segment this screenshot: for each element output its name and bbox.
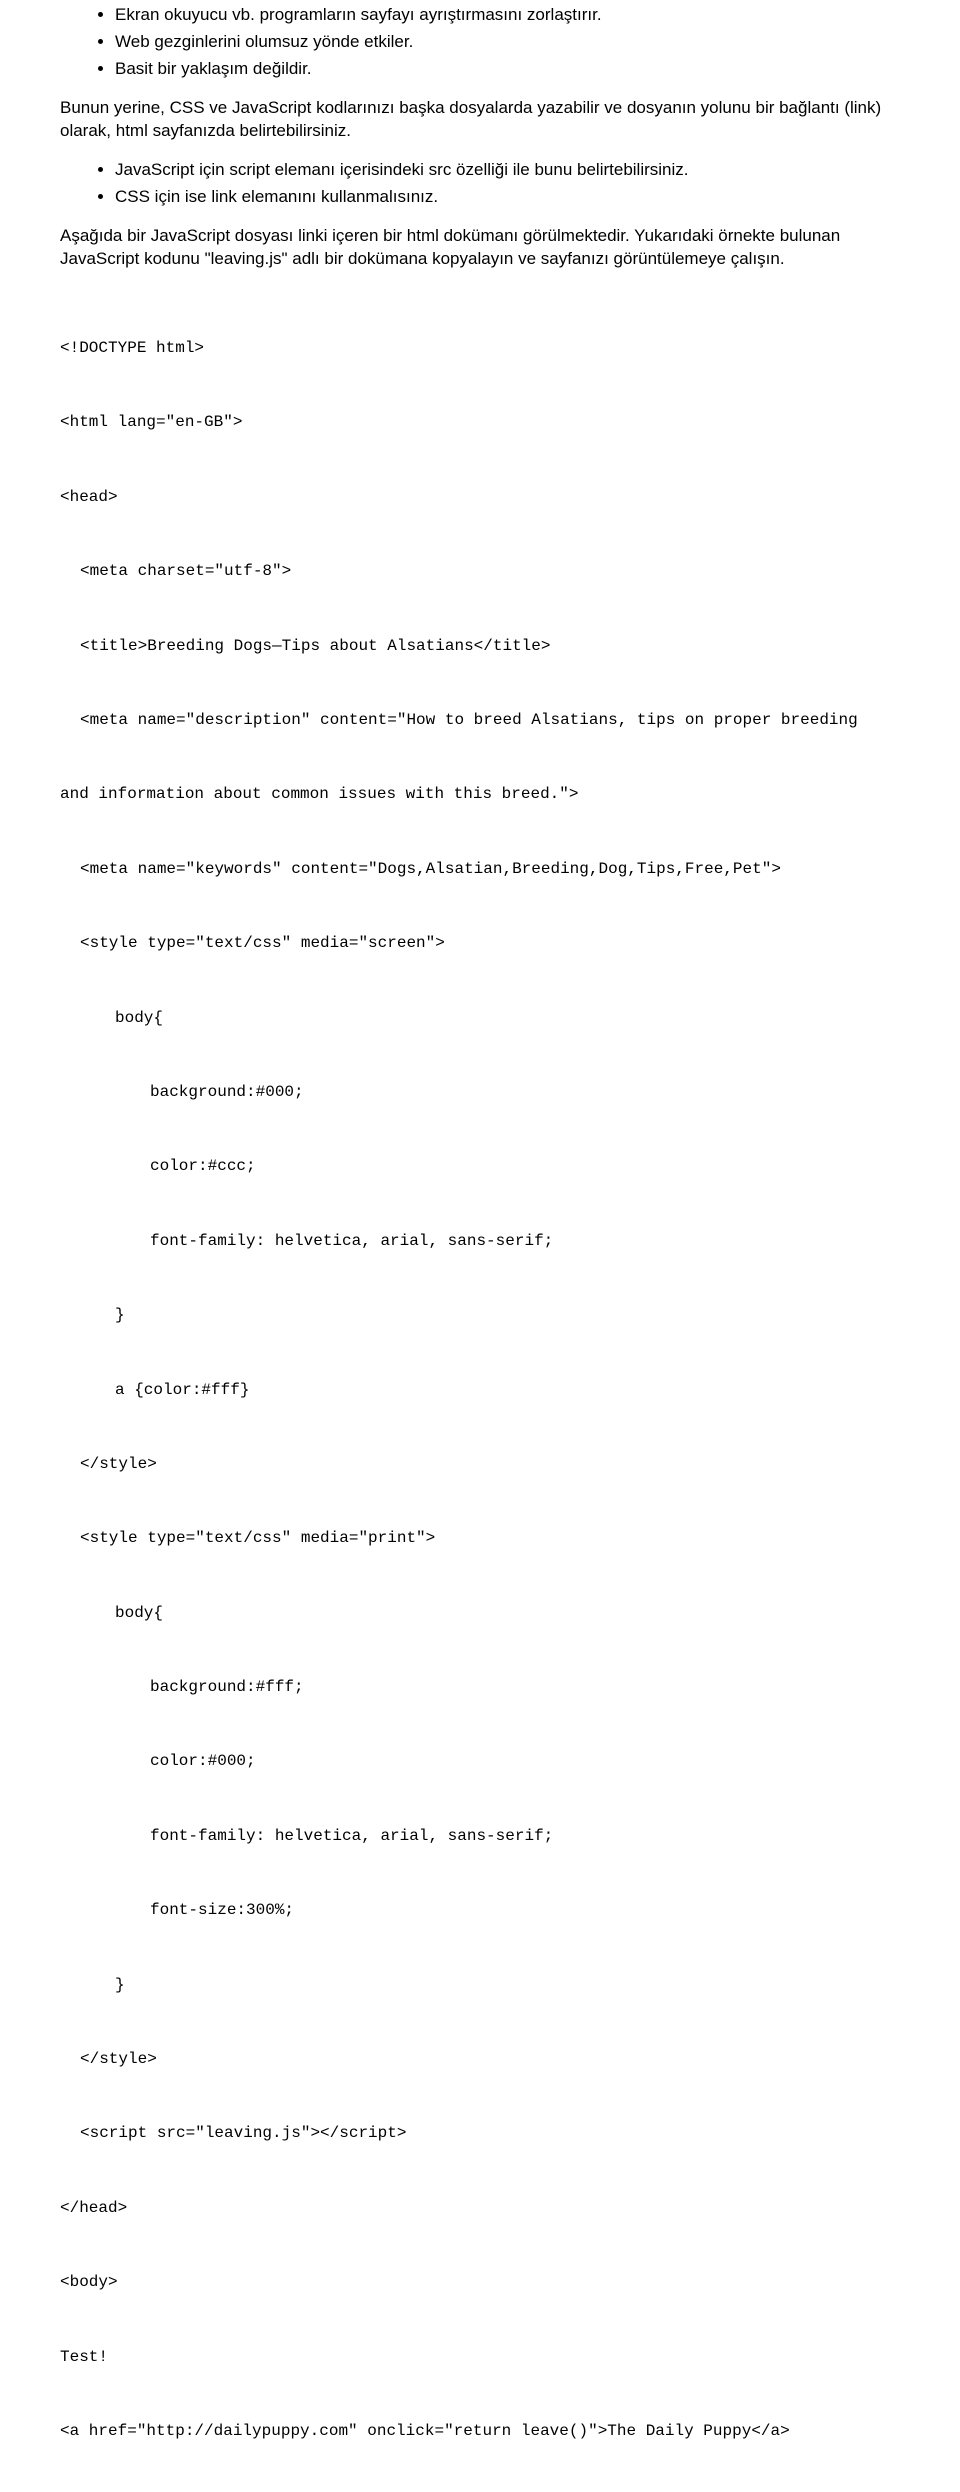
code-line: background:#fff; bbox=[60, 1675, 900, 1700]
list-item: Basit bir yaklaşım değildir. bbox=[115, 58, 900, 81]
bullet-list-1: Ekran okuyucu vb. programların sayfayı a… bbox=[60, 4, 900, 81]
code-line: a {color:#fff} bbox=[60, 1378, 900, 1403]
code-line: } bbox=[60, 1303, 900, 1328]
code-line: } bbox=[60, 1973, 900, 1998]
code-line: <script src="leaving.js"></script> bbox=[60, 2121, 900, 2146]
code-line: color:#000; bbox=[60, 1749, 900, 1774]
code-line: font-size:300%; bbox=[60, 1898, 900, 1923]
code-line: <meta name="description" content="How to… bbox=[60, 708, 900, 733]
code-line: <html lang="en-GB"> bbox=[60, 410, 900, 435]
code-line: font-family: helvetica, arial, sans-seri… bbox=[60, 1824, 900, 1849]
list-item: CSS için ise link elemanını kullanmalısı… bbox=[115, 186, 900, 209]
code-line: and information about common issues with… bbox=[60, 782, 900, 807]
code-line: <a href="http://dailypuppy.com" onclick=… bbox=[60, 2419, 900, 2444]
code-line: <meta name="keywords" content="Dogs,Alsa… bbox=[60, 857, 900, 882]
code-line: <title>Breeding Dogs—Tips about Alsatian… bbox=[60, 634, 900, 659]
code-line: </head> bbox=[60, 2196, 900, 2221]
code-line: <!DOCTYPE html> bbox=[60, 336, 900, 361]
code-line: <meta charset="utf-8"> bbox=[60, 559, 900, 584]
paragraph-2: Aşağıda bir JavaScript dosyası linki içe… bbox=[60, 225, 900, 271]
code-line: </style> bbox=[60, 2047, 900, 2072]
code-line: </style> bbox=[60, 1452, 900, 1477]
list-item: Ekran okuyucu vb. programların sayfayı a… bbox=[115, 4, 900, 27]
bullet-list-2: JavaScript için script elemanı içerisind… bbox=[60, 159, 900, 209]
code-line: <style type="text/css" media="screen"> bbox=[60, 931, 900, 956]
code-line: <head> bbox=[60, 485, 900, 510]
code-line: <style type="text/css" media="print"> bbox=[60, 1526, 900, 1551]
code-line: body{ bbox=[60, 1601, 900, 1626]
paragraph-1: Bunun yerine, CSS ve JavaScript kodların… bbox=[60, 97, 900, 143]
list-item: Web gezginlerini olumsuz yönde etkiler. bbox=[115, 31, 900, 54]
code-block: <!DOCTYPE html> <html lang="en-GB"> <hea… bbox=[60, 286, 900, 2492]
code-line: font-family: helvetica, arial, sans-seri… bbox=[60, 1229, 900, 1254]
list-item: JavaScript için script elemanı içerisind… bbox=[115, 159, 900, 182]
document-page: Ekran okuyucu vb. programların sayfayı a… bbox=[0, 4, 960, 2492]
code-line: body{ bbox=[60, 1006, 900, 1031]
code-line: color:#ccc; bbox=[60, 1154, 900, 1179]
code-line: background:#000; bbox=[60, 1080, 900, 1105]
code-line: Test! bbox=[60, 2345, 900, 2370]
code-line: <body> bbox=[60, 2270, 900, 2295]
